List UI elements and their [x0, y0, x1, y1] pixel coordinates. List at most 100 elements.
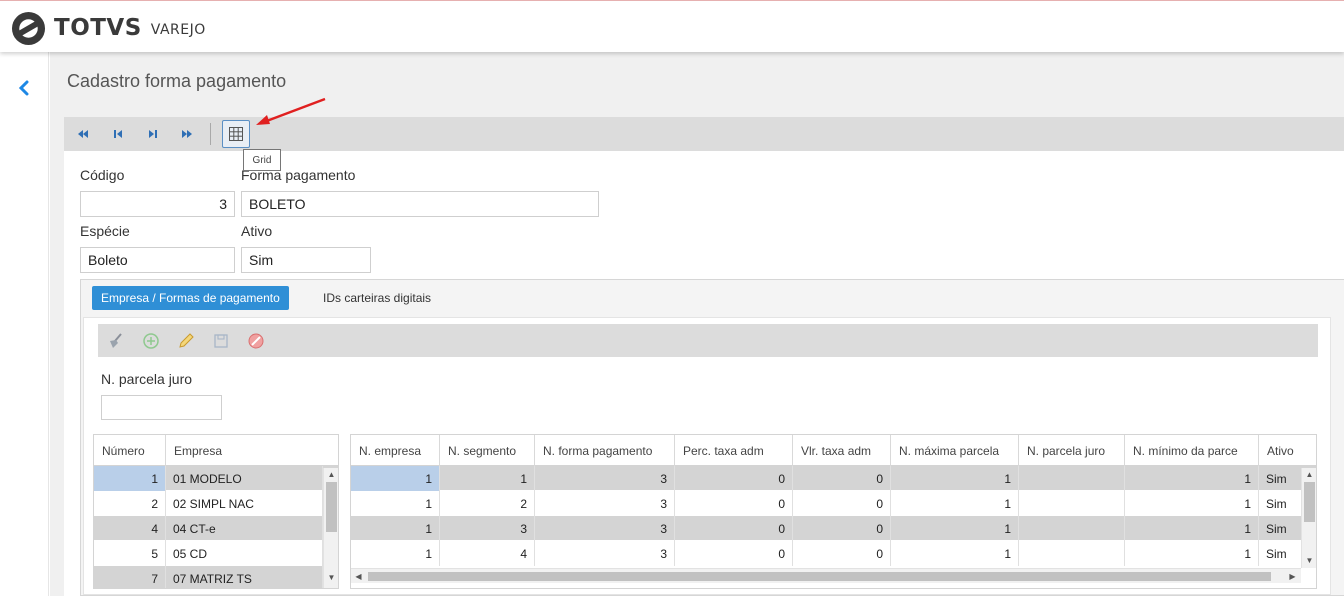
table-row[interactable]: 2 02 SIMPL NAC — [94, 491, 338, 516]
add-icon[interactable] — [142, 332, 160, 350]
forma-pagamento-field[interactable]: BOLETO — [241, 191, 599, 217]
left-rail — [0, 52, 49, 596]
table-cell: 1 — [351, 541, 440, 566]
table-cell: 1 — [1125, 466, 1259, 491]
tab-ids-carteiras[interactable]: IDs carteiras digitais — [323, 286, 431, 310]
table-row[interactable]: 1 01 MODELO — [94, 466, 338, 491]
detail-column-header[interactable]: N. empresa — [351, 435, 440, 466]
table-cell: 3 — [440, 516, 535, 541]
table-cell: 1 — [351, 491, 440, 516]
scroll-left-icon[interactable]: ◀ — [351, 570, 366, 582]
grid-icon — [229, 127, 243, 141]
table-cell: 3 — [535, 466, 675, 491]
back-chevron-icon[interactable] — [14, 78, 34, 98]
main-content: Cadastro forma pagamento Código 3 Forma … — [50, 52, 1344, 596]
empresa-table: Número Empresa 1 01 MODELO 2 02 SIMPL NAC 4 0… — [93, 434, 339, 589]
annotation-arrow-icon — [256, 97, 326, 125]
table-cell: 1 — [891, 516, 1019, 541]
table-cell — [1019, 541, 1125, 566]
table-cell: 0 — [793, 466, 891, 491]
detail-toolbar — [98, 324, 1318, 357]
first-record-icon[interactable] — [75, 126, 91, 142]
detail-column-header[interactable]: Vlr. taxa adm — [793, 435, 891, 466]
table-cell: 4 — [94, 516, 166, 541]
detail-column-header[interactable]: N. forma pagamento — [535, 435, 675, 466]
parcela-juro-input[interactable] — [101, 395, 222, 420]
detail-vscroll[interactable]: ▲ ▼ — [1301, 468, 1316, 568]
totvs-logo: TOTVS VAREJO — [11, 11, 206, 45]
table-cell: 1 — [1125, 491, 1259, 516]
table-cell — [1019, 466, 1125, 491]
table-cell: 5 — [94, 541, 166, 566]
grid-button[interactable] — [222, 120, 250, 148]
detail-column-header[interactable]: Perc. taxa adm — [675, 435, 793, 466]
table-row[interactable]: 4 04 CT-e — [94, 516, 338, 541]
table-cell: 02 SIMPL NAC — [166, 491, 323, 516]
table-cell: 0 — [793, 516, 891, 541]
empresa-vscroll[interactable]: ▲ ▼ — [323, 468, 338, 588]
table-cell: 05 CD — [166, 541, 323, 566]
table-cell: 7 — [94, 566, 166, 588]
table-cell: 1 — [1125, 541, 1259, 566]
detail-table: N. empresa N. segmento N. forma pagamento P… — [350, 434, 1317, 589]
previous-record-icon[interactable] — [110, 126, 126, 142]
especie-field[interactable]: Boleto — [80, 247, 235, 273]
table-cell: 0 — [793, 491, 891, 516]
table-cell: 3 — [535, 516, 675, 541]
save-icon[interactable] — [212, 332, 230, 350]
empresa-table-body: 1 01 MODELO 2 02 SIMPL NAC 4 04 CT-e 5 05 CD 7 07… — [94, 466, 338, 588]
table-cell: 4 — [440, 541, 535, 566]
table-cell: 2 — [94, 491, 166, 516]
scroll-down-icon[interactable]: ▼ — [324, 571, 338, 583]
table-cell: 0 — [675, 491, 793, 516]
ativo-label: Ativo — [241, 223, 273, 239]
table-row[interactable]: 1 2 3 0 0 1 1 Sim — [351, 491, 1316, 516]
detail-table-header: N. empresa N. segmento N. forma pagamento P… — [351, 435, 1316, 466]
next-record-icon[interactable] — [145, 126, 161, 142]
empresa-table-header: Número Empresa — [94, 435, 338, 466]
table-cell: 07 MATRIZ TS — [166, 566, 323, 588]
parcela-juro-label: N. parcela juro — [101, 371, 193, 387]
top-bar: TOTVS VAREJO — [0, 0, 1344, 52]
table-cell: 1 — [1125, 516, 1259, 541]
grid-tooltip: Grid — [243, 149, 281, 171]
scroll-up-icon[interactable]: ▲ — [1302, 468, 1316, 480]
brand-name: TOTVS — [54, 15, 142, 41]
table-cell: 1 — [440, 466, 535, 491]
scroll-thumb[interactable] — [326, 482, 337, 532]
table-row[interactable]: 1 3 3 0 0 1 1 Sim — [351, 516, 1316, 541]
scroll-up-icon[interactable]: ▲ — [324, 468, 338, 480]
tabs-container: Empresa / Formas de pagamento IDs cartei… — [80, 279, 1344, 596]
detail-column-header[interactable]: N. mínimo da parce — [1125, 435, 1259, 466]
table-cell: 3 — [535, 541, 675, 566]
detail-column-header[interactable]: N. segmento — [440, 435, 535, 466]
scroll-thumb[interactable] — [368, 572, 1271, 581]
col-empresa[interactable]: Empresa — [166, 435, 338, 466]
detail-column-header[interactable]: N. máxima parcela — [891, 435, 1019, 466]
table-row[interactable]: 1 1 3 0 0 1 1 Sim — [351, 466, 1316, 491]
toolbar-divider — [210, 123, 211, 145]
table-cell: 1 — [891, 466, 1019, 491]
ativo-field[interactable]: Sim — [241, 247, 371, 273]
table-row[interactable]: 5 05 CD — [94, 541, 338, 566]
detail-column-header[interactable]: N. parcela juro — [1019, 435, 1125, 466]
table-row[interactable]: 1 4 3 0 0 1 1 Sim — [351, 541, 1316, 566]
tab-empresa-formas[interactable]: Empresa / Formas de pagamento — [92, 286, 289, 310]
detail-table-body: 1 1 3 0 0 1 1 Sim 1 2 3 0 0 1 1 Sim 1 3 3 0 0 1 1 Sim 1 4 3 0 0 1 1 Sim — [351, 466, 1316, 566]
codigo-field[interactable]: 3 — [80, 191, 235, 217]
detail-hscroll[interactable]: ◀ ▶ — [351, 568, 1301, 583]
edit-pencil-icon[interactable] — [177, 332, 195, 350]
table-cell — [1019, 516, 1125, 541]
table-cell: 1 — [351, 516, 440, 541]
cancel-icon[interactable] — [247, 332, 265, 350]
scroll-down-icon[interactable]: ▼ — [1302, 554, 1316, 566]
detail-column-header[interactable]: Ativo — [1259, 435, 1316, 466]
scroll-thumb[interactable] — [1304, 482, 1315, 522]
clear-broom-icon[interactable] — [107, 332, 125, 350]
last-record-icon[interactable] — [179, 126, 195, 142]
table-cell: 1 — [891, 491, 1019, 516]
col-numero[interactable]: Número — [94, 435, 166, 466]
table-cell: 0 — [793, 541, 891, 566]
table-row[interactable]: 7 07 MATRIZ TS — [94, 566, 338, 588]
scroll-right-icon[interactable]: ▶ — [1285, 570, 1300, 582]
